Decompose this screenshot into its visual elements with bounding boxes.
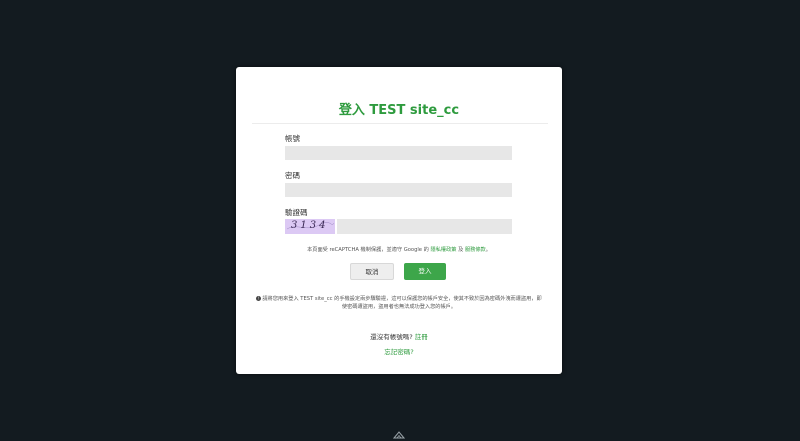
username-input[interactable] (285, 146, 512, 160)
terms-of-service-link[interactable]: 服務條款 (465, 247, 486, 253)
captcha-label: 驗證碼 (285, 208, 308, 217)
signup-link[interactable]: 註冊 (415, 333, 428, 341)
recaptcha-and: 及 (458, 247, 464, 253)
login-dialog: 登入 TEST site_cc 帳號 密碼 驗證碼 3134 本頁面受 reCA… (236, 67, 562, 374)
page-background: 登入 TEST site_cc 帳號 密碼 驗證碼 3134 本頁面受 reCA… (0, 0, 800, 441)
cancel-button[interactable]: 取消 (350, 263, 394, 280)
two-step-notice-text: 請將您用來登入 TEST site_cc 的手機設定兩步驟驗證，這可以保護您的帳… (262, 296, 542, 310)
password-input[interactable] (285, 183, 512, 197)
login-button[interactable]: 登入 (404, 263, 446, 280)
forgot-password-link[interactable]: 忘記密碼? (236, 348, 562, 357)
dialog-title: 登入 TEST site_cc (338, 103, 460, 118)
username-label: 帳號 (285, 134, 300, 143)
two-step-notice: ! 請將您用來登入 TEST site_cc 的手機設定兩步驟驗證，這可以保護您的… (256, 296, 542, 311)
footer-logo-icon (393, 431, 405, 439)
captcha-image[interactable]: 3134 (285, 219, 335, 234)
recaptcha-notice: 本頁面受 reCAPTCHA 機制保護，並適守 Google 的 隱私權政策 及… (236, 247, 562, 254)
info-icon: ! (256, 296, 262, 301)
captcha-input[interactable] (337, 219, 512, 234)
privacy-policy-link[interactable]: 隱私權政策 (431, 247, 457, 253)
recaptcha-text: 本頁面受 reCAPTCHA 機制保護，並適守 Google 的 (307, 247, 429, 253)
signup-question: 還沒有帳號嗎? (370, 333, 413, 341)
signup-row: 還沒有帳號嗎? 註冊 (236, 333, 562, 342)
recaptcha-end: 。 (485, 247, 491, 253)
title-divider (252, 123, 548, 124)
password-label: 密碼 (285, 171, 300, 180)
captcha-text: 3134 (291, 220, 329, 231)
